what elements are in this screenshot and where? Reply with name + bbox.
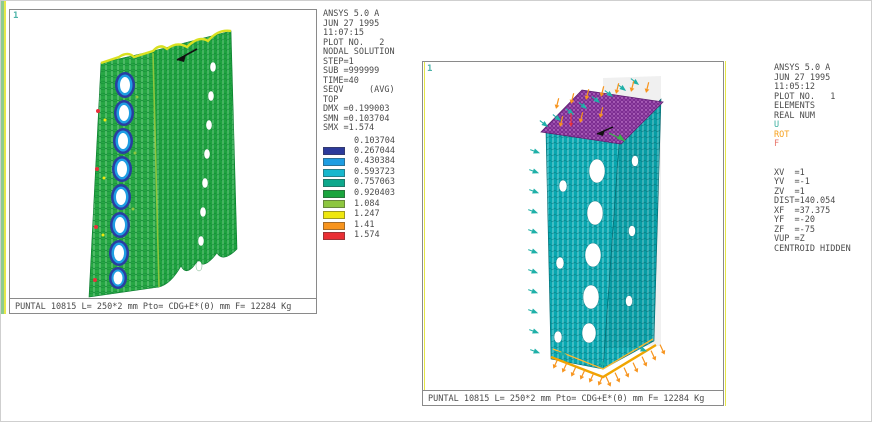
legend-swatch <box>323 169 345 177</box>
legend-row: 0.757063 <box>323 178 395 189</box>
stress-color-legend: 0.103704 0.267044 0.430384 0.593723 0.75… <box>323 136 395 242</box>
constraint-arrows-left-edge <box>527 147 541 355</box>
legend-value: 1.247 <box>354 210 380 220</box>
stress-contour-model[interactable] <box>10 10 316 298</box>
legend-value: 0.267044 <box>354 147 395 157</box>
annot-line: CENTROID HIDDEN <box>774 245 851 255</box>
right-window-number: 1 <box>427 64 432 74</box>
legend-value: 1.574 <box>354 231 380 241</box>
legend-row: 1.41 <box>323 220 395 231</box>
legend-swatch <box>323 190 345 198</box>
column-right-face <box>153 31 237 287</box>
right-window-edge-yellow <box>725 61 726 406</box>
right-caption: PUNTAL 10815 L= 250*2 mm Pto= CDG+E*(0) … <box>423 390 723 405</box>
legend-row: 1.247 <box>323 210 395 221</box>
left-annotation-block: ANSYS 5.0 A JUN 27 1995 11:07:15 PLOT NO… <box>323 10 395 241</box>
legend-value: 0.920403 <box>354 189 395 199</box>
annot-line: REAL NUM <box>774 112 851 122</box>
symbol-rot-label: ROT <box>774 131 851 141</box>
legend-value: 0.430384 <box>354 157 395 167</box>
annot-spacer <box>774 150 851 169</box>
legend-swatch <box>323 179 345 187</box>
legend-row: 0.430384 <box>323 157 395 168</box>
annot-line: SMX =1.574 <box>323 124 395 134</box>
legend-swatch <box>323 222 345 230</box>
ansys-dual-screenshot: 1 PUNTAL 10815 L= 250*2 mm Pto= CDG+E*(0… <box>0 0 872 422</box>
element-model[interactable] <box>423 62 723 391</box>
left-window-edge-yellow <box>4 1 6 314</box>
legend-swatch <box>323 158 345 166</box>
right-annotation-block: ANSYS 5.0 A JUN 27 1995 11:05:12 PLOT NO… <box>774 64 851 254</box>
symbol-f-label: F <box>774 140 851 150</box>
left-window-number: 1 <box>13 11 18 21</box>
legend-row: 1.084 <box>323 199 395 210</box>
legend-row: 0.593723 <box>323 167 395 178</box>
legend-value: 0.593723 <box>354 168 395 178</box>
legend-value: 1.084 <box>354 200 380 210</box>
legend-row: 0.267044 <box>323 146 395 157</box>
legend-row: 1.574 <box>323 231 395 242</box>
legend-swatch <box>323 147 345 155</box>
legend-swatch <box>323 200 345 208</box>
left-caption: PUNTAL 10815 L= 250*2 mm Pto= CDG+E*(0) … <box>10 298 316 313</box>
legend-swatch <box>323 211 345 219</box>
legend-swatch <box>323 232 345 240</box>
legend-row: 0.920403 <box>323 188 395 199</box>
legend-top-value: 0.103704 <box>323 136 395 147</box>
legend-value: 0.757063 <box>354 178 395 188</box>
legend-value: 1.41 <box>354 221 374 231</box>
